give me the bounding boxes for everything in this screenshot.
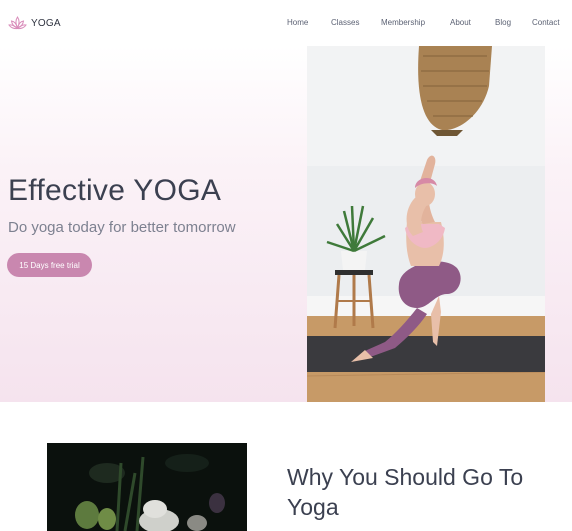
nav-about[interactable]: About [450,17,471,29]
hero-yoga-photo [307,46,545,402]
nav-membership[interactable]: Membership [381,17,425,29]
hero-subtitle: Do yoga today for better tomorrow [8,219,236,236]
meditation-stones-photo [47,443,247,531]
site-header: YOGA Home Classes Membership About Blog … [0,0,572,46]
free-trial-button[interactable]: 15 Days free trial [7,253,92,277]
nav-home[interactable]: Home [287,17,308,29]
nav-blog[interactable]: Blog [495,17,511,29]
why-section-title: Why You Should Go To Yoga [287,464,524,520]
main-nav: Home Classes Membership About Blog Conta… [0,17,572,29]
hero-title: Effective YOGA [8,174,222,207]
hero-section: Effective YOGA Do yoga today for better … [0,46,572,402]
why-yoga-section: Why You Should Go To Yoga [0,402,572,531]
nav-classes[interactable]: Classes [331,17,359,29]
nav-contact[interactable]: Contact [532,17,560,29]
